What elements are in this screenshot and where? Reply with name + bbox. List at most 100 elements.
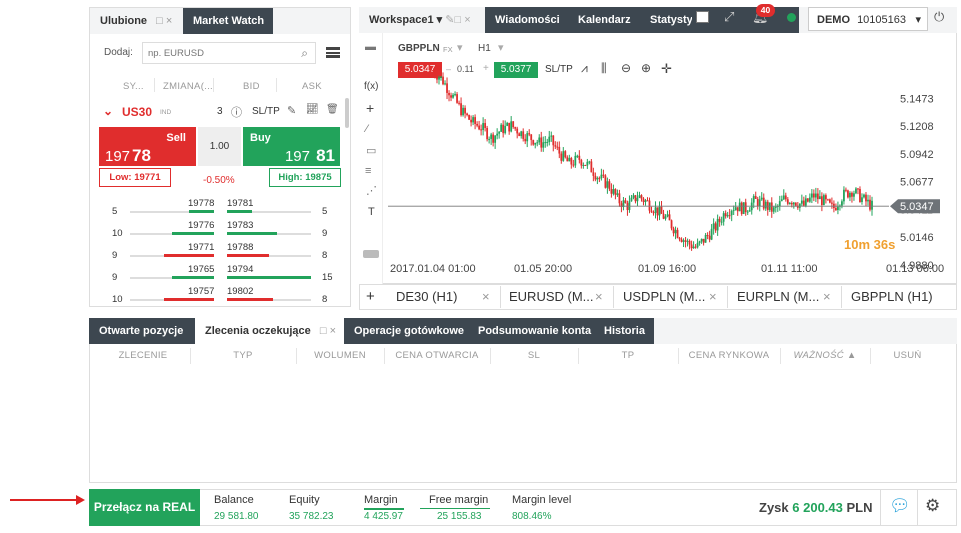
chat-icon[interactable]: 💬︎ bbox=[889, 497, 911, 514]
instrument-type: IND bbox=[160, 109, 172, 116]
table-header-cell[interactable]: TP bbox=[578, 350, 678, 361]
volume-field[interactable]: 1.00 bbox=[198, 127, 241, 166]
tab-pending-orders[interactable]: Zlecenia oczekujące □ × bbox=[195, 318, 345, 344]
candle-body bbox=[863, 194, 865, 198]
table-header-cell[interactable]: WOLUMEN bbox=[296, 350, 384, 361]
candle-body bbox=[851, 192, 853, 197]
tab-workspace[interactable]: Workspace1 ▾ ✎□ × bbox=[359, 7, 485, 33]
toolbar-collapse[interactable] bbox=[363, 250, 379, 258]
col-change[interactable]: ZMIANA(... bbox=[163, 81, 213, 92]
caret-down-icon[interactable]: ▾ bbox=[437, 14, 443, 26]
chart-tab[interactable]: GBPPLN (H1) bbox=[851, 284, 933, 310]
table-header-cell[interactable]: WAŻNOŚĆ ▲ bbox=[780, 350, 870, 361]
chevron-down-icon[interactable]: ⌄ bbox=[103, 104, 113, 118]
crosshair-icon[interactable]: + bbox=[366, 101, 374, 115]
switch-to-real-button[interactable]: Przełącz na REAL bbox=[89, 489, 200, 526]
tab-history[interactable]: Historia bbox=[594, 318, 654, 344]
layout-icon[interactable] bbox=[696, 11, 709, 23]
col-ask[interactable]: ASK bbox=[302, 81, 322, 92]
chart-tab[interactable]: EURUSD (M... bbox=[509, 284, 594, 310]
chart-tab[interactable]: USDPLN (M... bbox=[623, 284, 705, 310]
candle-body bbox=[702, 238, 705, 243]
info-icon[interactable]: ⓘ bbox=[231, 104, 242, 120]
search-input[interactable] bbox=[143, 43, 293, 63]
tab-cash-operations[interactable]: Operacje gotówkowe bbox=[344, 318, 468, 344]
price-chart[interactable]: 5.14735.12085.09425.06775.04115.01464.98… bbox=[384, 70, 956, 280]
candle-body bbox=[646, 200, 649, 202]
bid-volume: 9 bbox=[112, 250, 118, 261]
chart-timeframe[interactable]: H1 bbox=[478, 44, 491, 54]
sltp-label[interactable]: SL/TP bbox=[252, 106, 280, 117]
chart-icon[interactable]: 📈︎ bbox=[306, 104, 319, 115]
tab-stats[interactable]: Statysty bbox=[640, 7, 692, 33]
text-tool-icon[interactable]: T bbox=[368, 207, 375, 218]
pitchfork-icon[interactable]: ⋰ bbox=[366, 186, 377, 197]
detach-icon[interactable]: □ bbox=[320, 325, 327, 337]
close-icon[interactable]: × bbox=[709, 284, 717, 310]
col-symbol[interactable]: SY... bbox=[123, 81, 144, 92]
fullscreen-icon[interactable]: ⤢ bbox=[724, 10, 734, 23]
table-header-cell[interactable]: TYP bbox=[190, 350, 296, 361]
tab-favorites[interactable]: Ulubione □ × bbox=[90, 8, 183, 34]
table-header-cell[interactable]: CENA RYNKOWA bbox=[678, 350, 780, 361]
candle-body bbox=[586, 161, 589, 166]
rectangle-tool-icon[interactable]: ▭ bbox=[366, 146, 376, 157]
tab-strip-bg bbox=[273, 8, 350, 34]
trash-icon[interactable]: 🗑︎ bbox=[326, 104, 339, 115]
bid-volume: 9 bbox=[112, 272, 118, 283]
chart-tab[interactable]: EURPLN (M... bbox=[737, 284, 819, 310]
fibonacci-icon[interactable]: ≡ bbox=[365, 166, 371, 177]
close-icon[interactable]: × bbox=[595, 284, 603, 310]
window-icon[interactable]: ▬ bbox=[365, 42, 376, 53]
function-icon[interactable]: f(x) bbox=[364, 82, 378, 92]
close-icon[interactable]: × bbox=[464, 14, 470, 26]
edit-icon[interactable]: ✎□ bbox=[445, 14, 461, 26]
power-icon[interactable]: ⏻ bbox=[934, 10, 944, 23]
tab-market-watch[interactable]: Market Watch bbox=[183, 8, 273, 34]
candle-body bbox=[762, 197, 765, 209]
buy-button[interactable]: Buy 197 81 bbox=[243, 127, 340, 166]
bid-price: 19765 bbox=[188, 264, 215, 275]
tab-open-positions[interactable]: Otwarte pozycje bbox=[89, 318, 195, 344]
add-chart-button[interactable]: + bbox=[366, 284, 375, 310]
gear-icon[interactable]: ⚙ bbox=[925, 497, 940, 514]
search-icon[interactable]: ⌕ bbox=[301, 46, 308, 61]
caret-down-icon[interactable]: ▾ bbox=[915, 8, 921, 32]
candle-body bbox=[462, 107, 464, 116]
close-icon[interactable]: × bbox=[166, 15, 172, 27]
sell-button[interactable]: Sell 197 78 bbox=[99, 127, 196, 166]
scrollbar[interactable] bbox=[345, 98, 349, 128]
candle-body bbox=[732, 210, 735, 212]
close-icon[interactable]: × bbox=[330, 325, 336, 337]
close-icon[interactable]: × bbox=[823, 284, 831, 310]
instrument-header[interactable]: ⌄ US30 IND 3 ⓘ SL/TP ✎ 📈︎ 🗑︎ bbox=[90, 104, 350, 122]
line-tool-icon[interactable]: ⁄ bbox=[366, 124, 368, 135]
caret-down-icon[interactable]: ▾ bbox=[457, 43, 463, 54]
tab-account-summary[interactable]: Podsumowanie konta bbox=[468, 318, 594, 344]
list-view-icon[interactable] bbox=[326, 47, 340, 58]
col-bid[interactable]: BID bbox=[243, 81, 260, 92]
candle-body bbox=[588, 161, 591, 163]
candle-body bbox=[642, 198, 645, 203]
x-tick-label: 01.11 11:00 bbox=[761, 263, 817, 275]
candle-body bbox=[530, 134, 533, 141]
edit-icon[interactable]: ✎ bbox=[287, 104, 296, 117]
account-selector[interactable]: DEMO 10105163 ▾ bbox=[808, 7, 928, 31]
close-icon[interactable]: × bbox=[482, 284, 490, 310]
candle-body bbox=[464, 107, 466, 114]
chart-tab[interactable]: DE30 (H1) bbox=[396, 284, 457, 310]
tab-calendar[interactable]: Kalendarz bbox=[568, 7, 640, 33]
table-header-cell[interactable]: USUŃ bbox=[870, 350, 945, 361]
table-header-cell[interactable]: SL bbox=[490, 350, 578, 361]
candle-body bbox=[824, 195, 827, 200]
table-header-cell[interactable]: ZLECENIE bbox=[96, 350, 190, 361]
tab-divider bbox=[727, 286, 728, 308]
table-header-cell[interactable]: CENA OTWARCIA bbox=[384, 350, 490, 361]
caret-down-icon[interactable]: ▾ bbox=[498, 43, 504, 54]
account-mode: DEMO bbox=[817, 14, 850, 26]
free-margin-value: 25 155.83 bbox=[437, 511, 482, 522]
add-input-box[interactable]: ⌕ bbox=[142, 42, 316, 64]
detach-icon[interactable]: □ bbox=[156, 15, 163, 27]
chart-symbol[interactable]: GBPPLN bbox=[398, 44, 440, 54]
tab-news[interactable]: Wiadomości bbox=[485, 7, 568, 33]
